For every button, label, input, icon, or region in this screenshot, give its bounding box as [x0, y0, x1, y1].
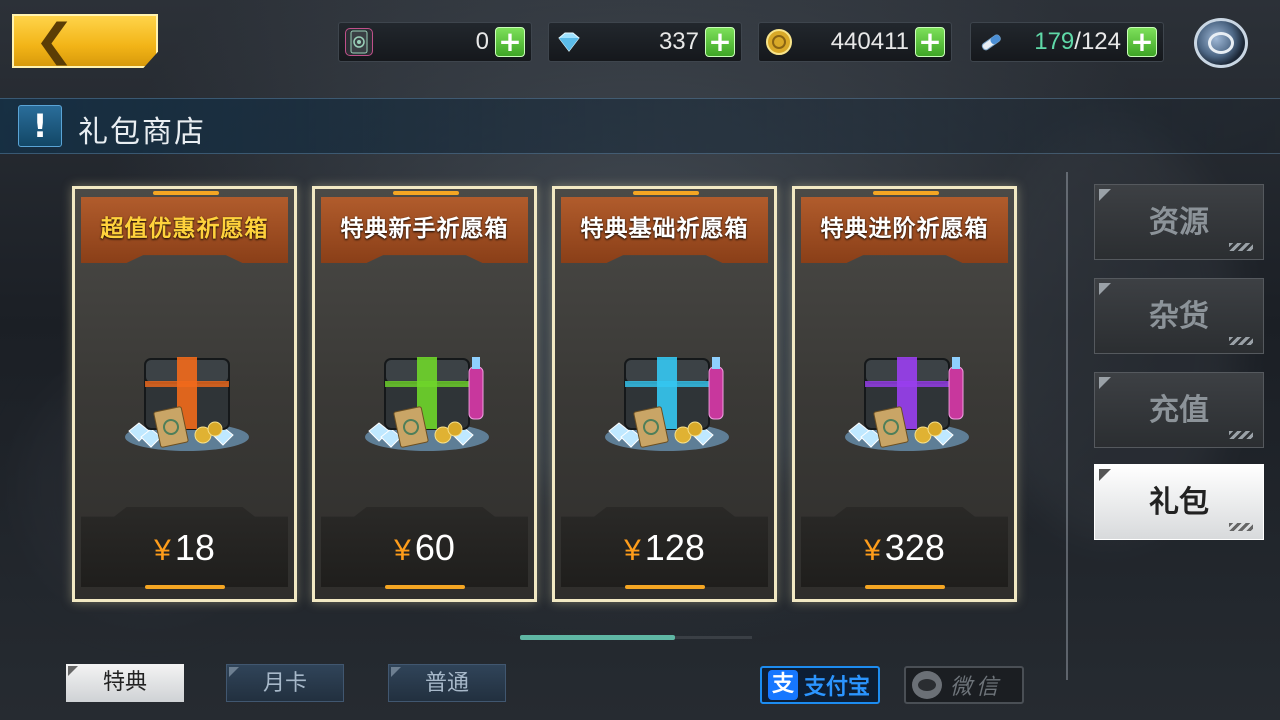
card-title: 超值优惠祈愿箱 — [100, 216, 269, 242]
price-value: 128 — [644, 527, 705, 568]
card-bottom-accent — [865, 585, 945, 589]
price-value: 60 — [414, 527, 455, 568]
card-top-accent — [633, 191, 699, 195]
stamina-icon — [977, 28, 1005, 56]
price-label: ¥18 — [75, 527, 294, 569]
gold-count: 440411 — [830, 28, 909, 55]
card-bottom-accent — [385, 585, 465, 589]
ticket-count: 0 — [475, 28, 489, 55]
gift-pack-card[interactable]: 特典进阶祈愿箱 ¥328 — [792, 186, 1017, 602]
add-gold-button[interactable]: + — [915, 27, 945, 57]
scroll-thumb[interactable] — [520, 635, 675, 640]
tab-monthly-card[interactable]: 月卡 — [226, 664, 344, 702]
side-tab-resources[interactable]: 资源 — [1094, 184, 1264, 260]
add-ticket-button[interactable]: + — [495, 27, 525, 57]
diamond-count: 337 — [658, 28, 699, 55]
tab-normal[interactable]: 普通 — [388, 664, 506, 702]
alipay-label: 支付宝 — [804, 675, 871, 700]
card-ticket-icon — [345, 28, 373, 56]
price-label: ¥60 — [315, 527, 534, 569]
side-tab-label: 充值 — [1149, 393, 1209, 428]
currency-yen-symbol: ¥ — [394, 534, 411, 567]
treasure-chest-icon — [117, 339, 257, 459]
diamond-icon — [555, 28, 583, 56]
currency-ticket: 0 + — [338, 22, 532, 62]
currency-diamond: 337 + — [548, 22, 742, 62]
alipay-icon: 支 — [768, 670, 798, 700]
currency-gold: 440411 + — [758, 22, 952, 62]
side-tab-goods[interactable]: 杂货 — [1094, 278, 1264, 354]
price-label: ¥128 — [555, 527, 774, 569]
card-title: 特典进阶祈愿箱 — [820, 216, 989, 242]
page-title-bar: ! 礼包商店 — [0, 98, 1280, 154]
currency-yen-symbol: ¥ — [624, 534, 641, 567]
card-title: 特典新手祈愿箱 — [340, 216, 509, 242]
currency-stamina: 179/124 + — [970, 22, 1164, 62]
card-bottom-accent — [145, 585, 225, 589]
alipay-button[interactable]: 支 支付宝 — [760, 666, 880, 704]
side-tab-recharge[interactable]: 充值 — [1094, 372, 1264, 448]
wechat-icon — [912, 671, 942, 699]
add-diamond-button[interactable]: + — [705, 27, 735, 57]
gift-pack-card[interactable]: 特典基础祈愿箱 ¥128 — [552, 186, 777, 602]
settings-ring-icon[interactable] — [1194, 18, 1248, 68]
treasure-chest-icon — [837, 339, 977, 459]
tab-special[interactable]: 特典 — [66, 664, 184, 702]
wechat-pay-button[interactable]: 微信 — [904, 666, 1024, 704]
card-top-accent — [153, 191, 219, 195]
gift-pack-card[interactable]: 特典新手祈愿箱 ¥60 — [312, 186, 537, 602]
wechat-label: 微信 — [950, 675, 1003, 700]
add-stamina-button[interactable]: + — [1127, 27, 1157, 57]
side-tab-label: 资源 — [1149, 205, 1209, 240]
gift-pack-card[interactable]: 超值优惠祈愿箱 ¥18 — [72, 186, 297, 602]
treasure-chest-icon — [597, 339, 737, 459]
card-title: 特典基础祈愿箱 — [580, 216, 749, 242]
side-tab-label: 杂货 — [1149, 299, 1209, 334]
currency-yen-symbol: ¥ — [154, 534, 171, 567]
back-button[interactable]: ❮ — [12, 14, 158, 68]
divider-line — [1066, 172, 1068, 680]
card-top-accent — [393, 191, 459, 195]
page-title: 礼包商店 — [78, 115, 206, 150]
stamina-count: 179/124 — [1034, 28, 1121, 55]
exclamation-icon: ! — [18, 105, 62, 147]
treasure-chest-icon — [357, 339, 497, 459]
card-bottom-accent — [625, 585, 705, 589]
side-tab-label: 礼包 — [1149, 485, 1209, 520]
card-top-accent — [873, 191, 939, 195]
gold-coin-icon — [765, 28, 793, 56]
currency-yen-symbol: ¥ — [864, 534, 881, 567]
price-value: 328 — [884, 527, 945, 568]
chevron-left-icon: ❮ — [34, 15, 75, 66]
price-label: ¥328 — [795, 527, 1014, 569]
side-tab-gift-pack[interactable]: 礼包 — [1094, 464, 1264, 540]
price-value: 18 — [174, 527, 215, 568]
